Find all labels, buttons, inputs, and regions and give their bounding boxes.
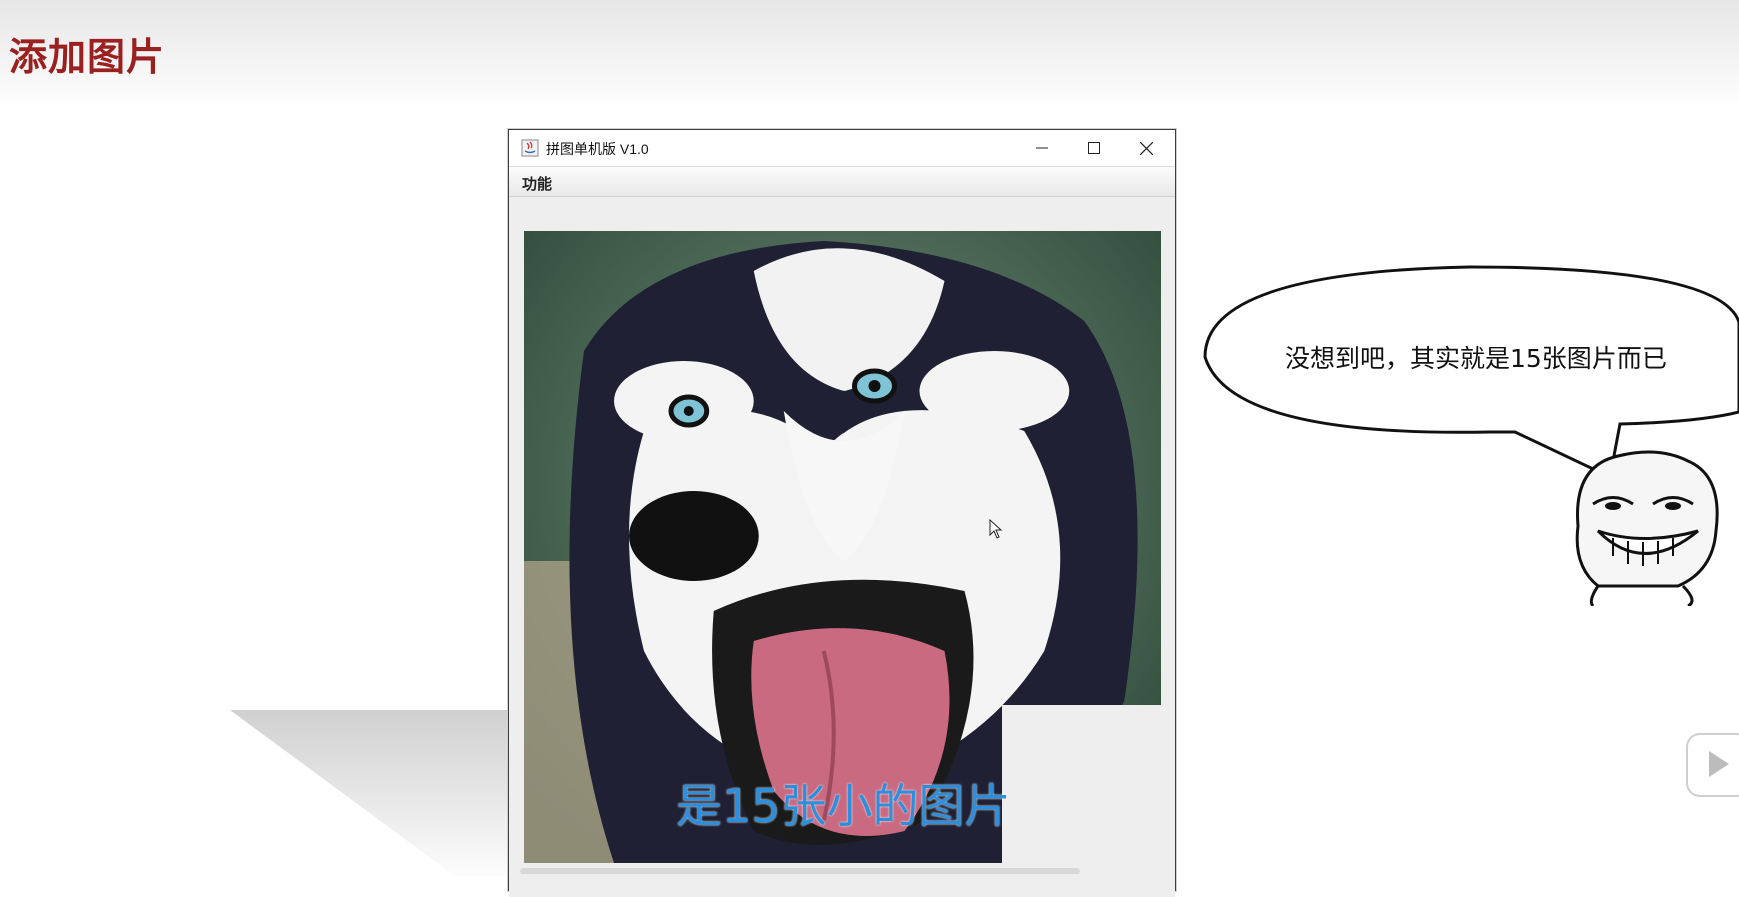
puzzle-tile[interactable] [1001,231,1161,389]
puzzle-empty-slot[interactable] [1001,705,1161,863]
puzzle-tile[interactable] [683,547,843,705]
puzzle-tile[interactable] [524,705,684,863]
puzzle-tile[interactable] [683,231,843,389]
menu-function[interactable]: 功能 [522,173,552,194]
cursor-icon [989,519,1003,539]
puzzle-tile[interactable] [683,389,843,547]
puzzle-tile[interactable] [1001,389,1161,547]
puzzle-tile[interactable] [524,389,684,547]
puzzle-tile[interactable] [524,231,684,389]
window-title: 拼图单机版 V1.0 [546,141,649,157]
window-titlebar[interactable]: 拼图单机版 V1.0 [509,130,1175,167]
speech-bubble-text: 没想到吧，其实就是15张图片而已 [1285,344,1667,373]
scrollbar[interactable] [520,868,1080,874]
java-icon [521,139,539,157]
meme-face-icon [1575,450,1719,606]
puzzle-tile[interactable] [1001,547,1161,705]
maximize-button[interactable] [1069,130,1119,166]
puzzle-tile[interactable] [842,547,1002,705]
puzzle-tile[interactable] [524,547,684,705]
puzzle-board [524,231,1161,863]
maximize-icon [1088,142,1100,154]
puzzle-tile[interactable] [842,389,1002,547]
menu-bar: 功能 [509,167,1175,197]
minimize-icon [1036,147,1048,149]
puzzle-tile[interactable] [842,231,1002,389]
slide-header-band [0,0,1739,110]
minimize-button[interactable] [1017,130,1067,166]
play-icon [1709,751,1729,777]
close-icon [1139,141,1153,155]
slide-title: 添加图片 [9,35,166,79]
video-subtitle: 是15张小的图片 [676,779,1011,833]
play-button[interactable] [1686,733,1739,797]
close-button[interactable] [1121,130,1171,166]
